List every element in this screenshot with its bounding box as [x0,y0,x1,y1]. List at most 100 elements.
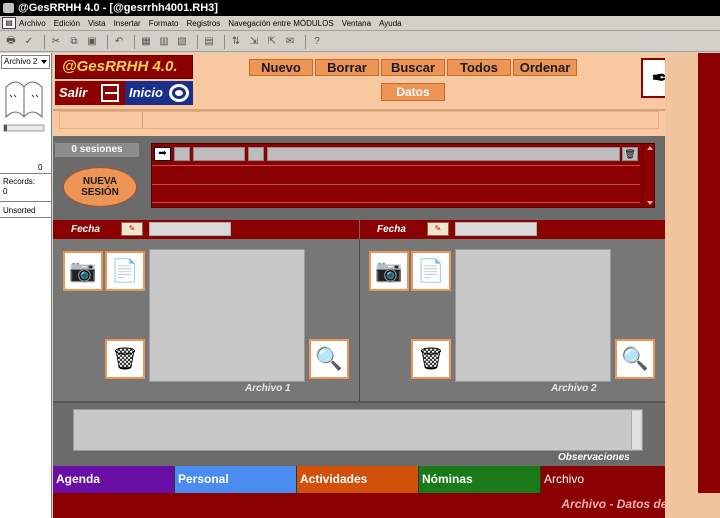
trash-can-icon[interactable]: 🗑 [411,339,451,379]
menu-ventana[interactable]: Ventana [342,19,371,28]
archivo-2-label: Archivo 2 [551,383,597,394]
datos-button[interactable]: Datos [381,83,445,101]
export-icon[interactable]: ⇱ [265,35,279,49]
trash-can-icon[interactable]: 🗑 [105,339,145,379]
document-panel-left: 📷 📄 🗑 🔍 Archivo 1 [53,239,359,401]
document-file-icon[interactable]: 📄 [105,251,145,291]
zoom-add-icon[interactable]: 🔍 [615,339,655,379]
records-label: Records: [3,177,36,186]
menu-edicion[interactable]: Edición [54,19,80,28]
tab-personal[interactable]: Personal [175,466,297,493]
menu-archivo[interactable]: Archivo [19,19,46,28]
menu-registros[interactable]: Registros [187,19,221,28]
record-book-icon[interactable] [2,73,46,169]
inicio-button[interactable]: Inicio [125,81,193,105]
inicio-label: Inicio [129,85,163,100]
ordenar-button[interactable]: Ordenar [513,59,577,76]
undo-icon[interactable]: ↶ [112,35,126,49]
buscar-button[interactable]: Buscar [381,59,445,76]
trash-icon[interactable]: 🗑 [622,147,638,161]
tab-agenda[interactable]: Agenda [53,466,175,493]
fecha-field-right[interactable] [455,222,537,236]
panel-divider [359,239,360,401]
tab-actividades[interactable]: Actividades [297,466,419,493]
salir-button[interactable]: Salir [55,81,125,105]
session-cell[interactable] [174,147,190,161]
session-cell[interactable] [248,147,264,161]
spellcheck-icon[interactable]: ✓ [22,35,36,49]
duplicate-record-icon[interactable]: ▥ [157,35,171,49]
toolbar-separator [305,34,306,49]
record-number[interactable]: 0 [38,163,42,172]
menu-bar: ▤ Archivo Edición Vista Insertar Formato… [0,16,720,31]
header: @GesRRHH 4.0. Salir Inicio Nuevo Borrar … [53,53,681,136]
window-title-bar: @GesRRHH 4.0 - [@gesrrhh4001.RH3] [0,0,720,16]
tab-nominas[interactable]: Nóminas [419,466,541,493]
menu-navegacion-modulos[interactable]: Navegación entre MÓDULOS [228,19,333,28]
menu-vista[interactable]: Vista [88,19,106,28]
layout-selector[interactable]: Archivo 2 [1,55,50,69]
file-preview-left[interactable] [149,249,305,382]
fecha-label: Fecha [71,224,100,235]
divider [0,201,52,202]
calendar-icon[interactable]: ✎ [427,222,449,236]
divider [0,217,52,218]
fecha-bar-left: Fecha ✎ [53,220,359,239]
new-record-icon[interactable]: ▦ [139,35,153,49]
observaciones-scrollbar[interactable] [631,411,641,449]
module-tabs: Agenda Personal Actividades Nóminas Arch… [53,466,665,493]
tab-archivo[interactable]: Archivo [541,466,665,493]
records-value: 0 [3,187,8,196]
scroll-down-icon[interactable] [647,201,653,205]
menu-insertar[interactable]: Insertar [114,19,141,28]
import-icon[interactable]: ⇲ [247,35,261,49]
sessions-portal[interactable]: ➡ 🗑 [151,143,655,208]
sort-status: Unsorted [3,206,36,215]
send-mail-icon[interactable]: ✉ [283,35,297,49]
scroll-up-icon[interactable] [647,146,653,150]
right-decor-strip [665,53,720,518]
portal-scrollbar[interactable] [643,144,654,207]
session-cell[interactable] [267,147,620,161]
borrar-button[interactable]: Borrar [315,59,379,76]
copy-icon[interactable]: ⧉ [67,35,81,49]
sort-icon[interactable]: ⇅ [229,35,243,49]
go-arrow-icon[interactable]: ➡ [154,147,171,161]
camera-icon[interactable]: 📷 [63,251,103,291]
exit-icon [101,84,119,102]
menu-formato[interactable]: Formato [149,19,179,28]
main-layout: @GesRRHH 4.0. Salir Inicio Nuevo Borrar … [53,53,715,518]
help-icon[interactable]: ? [310,35,324,49]
zoom-add-icon[interactable]: 🔍 [309,339,349,379]
divider [0,173,52,174]
todos-button[interactable]: Todos [447,59,511,76]
toolbar-separator [44,34,45,49]
file-preview-right[interactable] [455,249,611,382]
observaciones-field[interactable] [73,409,643,451]
window-title: @GesRRHH 4.0 - [@gesrrhh4001.RH3] [18,2,218,14]
print-icon[interactable]: 🖶 [4,35,18,49]
info-field[interactable] [59,111,659,129]
session-cell[interactable] [193,147,245,161]
app-logo: @GesRRHH 4.0. [55,55,193,79]
document-icon[interactable]: ▤ [2,17,16,29]
cut-icon[interactable]: ✂ [49,35,63,49]
camera-icon[interactable]: 📷 [369,251,409,291]
paste-icon[interactable]: ▣ [85,35,99,49]
home-icon [169,84,189,102]
toolbar-separator [107,34,108,49]
toolbar-separator [134,34,135,49]
portal-row-line [152,202,640,203]
right-red-bar [698,53,720,493]
fecha-field-left[interactable] [149,222,231,236]
document-file-icon[interactable]: 📄 [411,251,451,291]
nuevo-button[interactable]: Nuevo [249,59,313,76]
status-area: Archivo 2 0 Records: 0 Unsorted [0,53,52,518]
calendar-icon[interactable]: ✎ [121,222,143,236]
fecha-label: Fecha [377,224,406,235]
menu-ayuda[interactable]: Ayuda [379,19,402,28]
nueva-sesion-button[interactable]: NUEVA SESIÓN [63,167,137,207]
find-icon[interactable]: ▤ [202,35,216,49]
salir-label: Salir [59,85,88,100]
delete-record-icon[interactable]: ▧ [175,35,189,49]
